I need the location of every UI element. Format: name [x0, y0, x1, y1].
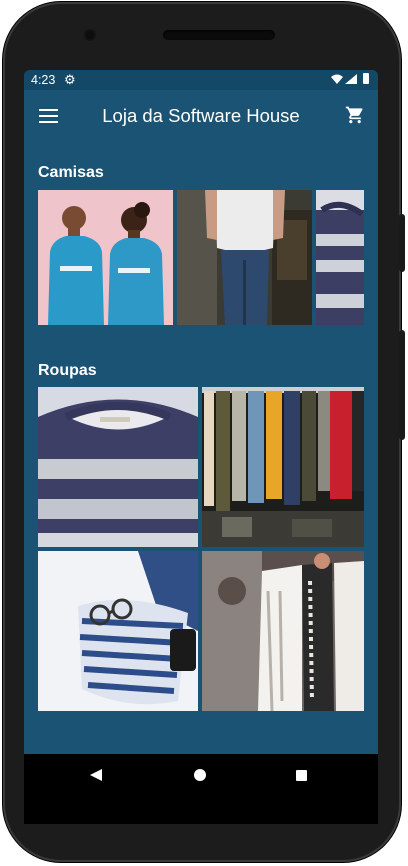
- navigation-bar: [24, 754, 378, 824]
- volunteer-shirts-image: [38, 190, 173, 325]
- product-tile-clothing-rack[interactable]: [202, 387, 364, 547]
- catalog-content: Camisas Roupas: [24, 144, 378, 824]
- battery-icon: [363, 73, 369, 84]
- white-shirt-image: [177, 190, 312, 325]
- status-bar: 4:23 ⚙: [24, 70, 378, 90]
- wifi-icon: [331, 74, 343, 84]
- product-tile-striped-shirt[interactable]: [38, 551, 198, 711]
- app-title: Loja da Software House: [102, 105, 300, 126]
- product-tile-knit-sweater[interactable]: [38, 387, 198, 547]
- earpiece-speaker: [163, 30, 275, 40]
- hanging-shirts-image: [202, 551, 364, 711]
- recent-apps-icon[interactable]: [296, 770, 307, 781]
- product-tile-volunteer-shirts[interactable]: [38, 190, 173, 325]
- app-bar: Loja da Software House: [24, 90, 378, 144]
- section-title-camisas: Camisas: [38, 164, 104, 181]
- knit-sweater-image: [38, 387, 198, 547]
- front-camera: [84, 29, 96, 41]
- striped-shirt-image: [38, 551, 198, 711]
- product-tile-hanging-shirts[interactable]: [202, 551, 364, 711]
- signal-icon: [345, 74, 357, 84]
- settings-gear-icon: ⚙: [64, 72, 76, 87]
- clothing-rack-image: [202, 387, 364, 547]
- striped-sweater-image: [316, 190, 364, 325]
- power-button: [399, 214, 405, 272]
- product-tile-white-shirt[interactable]: [177, 190, 312, 325]
- app-screen: 4:23 ⚙ Loja da Software House Camisas Ro…: [24, 70, 378, 824]
- status-time: 4:23: [31, 73, 56, 87]
- volume-button: [399, 330, 405, 440]
- product-tile-striped-sweater[interactable]: [316, 190, 364, 325]
- home-icon[interactable]: [194, 769, 206, 781]
- section-title-roupas: Roupas: [38, 362, 97, 379]
- back-icon[interactable]: [90, 769, 102, 781]
- shopping-cart-icon[interactable]: [345, 105, 365, 125]
